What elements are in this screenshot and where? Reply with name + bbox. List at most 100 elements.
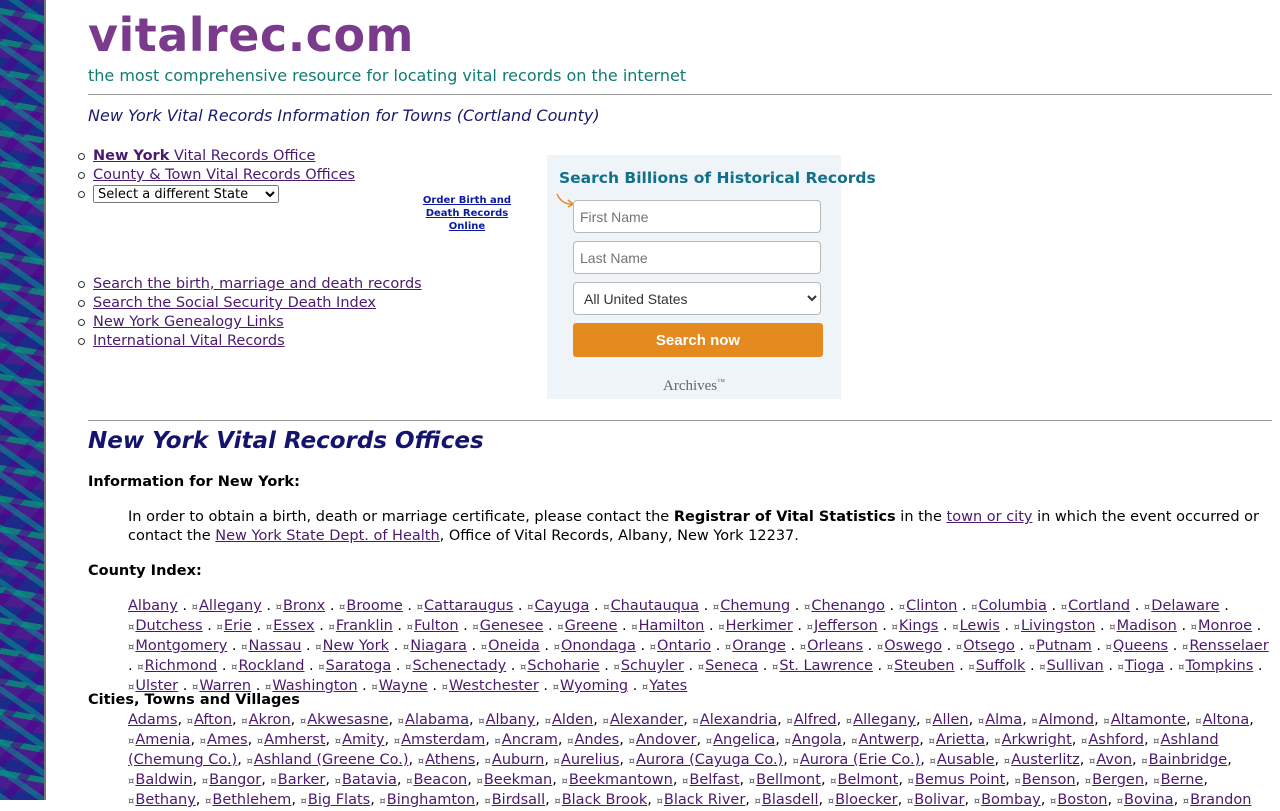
county-link[interactable]: Clinton — [906, 598, 957, 614]
ssdi-link[interactable]: Search the Social Security Death Index — [93, 295, 376, 311]
city-link[interactable]: Bainbridge — [1149, 752, 1228, 768]
city-link[interactable]: Almond — [1039, 712, 1094, 728]
county-link[interactable]: Genesee — [480, 618, 544, 634]
county-link[interactable]: Rockland — [238, 658, 304, 674]
city-link[interactable]: Batavia — [342, 772, 397, 788]
city-link[interactable]: Arietta — [936, 732, 985, 748]
city-link[interactable]: Brandon — [1190, 792, 1251, 808]
city-link[interactable]: Barker — [278, 772, 326, 788]
county-link[interactable]: Albany — [128, 598, 178, 614]
city-link[interactable]: Amity — [342, 732, 384, 748]
city-link[interactable]: Afton — [194, 712, 232, 728]
county-link[interactable]: Franklin — [336, 618, 393, 634]
county-link[interactable]: Steuben — [894, 658, 954, 674]
county-link[interactable]: Essex — [273, 618, 315, 634]
search-records-link[interactable]: Search the birth, marriage and death rec… — [93, 276, 422, 292]
county-link[interactable]: Wayne — [379, 678, 428, 694]
county-link[interactable]: Schuyler — [621, 658, 684, 674]
county-link[interactable]: Tompkins — [1186, 658, 1254, 674]
city-link[interactable]: Austerlitz — [1011, 752, 1080, 768]
county-link[interactable]: Columbia — [978, 598, 1046, 614]
city-link[interactable]: Arkwright — [1002, 732, 1072, 748]
city-link[interactable]: Blasdell — [762, 792, 819, 808]
city-link[interactable]: Angola — [792, 732, 842, 748]
county-link[interactable]: Onondaga — [561, 638, 636, 654]
county-link[interactable]: Erie — [224, 618, 252, 634]
city-link[interactable]: Bergen — [1092, 772, 1144, 788]
city-link[interactable]: Ashford — [1088, 732, 1144, 748]
county-link[interactable]: Greene — [565, 618, 618, 634]
city-link[interactable]: Bolivar — [914, 792, 964, 808]
county-link[interactable]: Monroe — [1198, 618, 1252, 634]
city-link[interactable]: Berne — [1161, 772, 1204, 788]
county-link[interactable]: Fulton — [414, 618, 459, 634]
county-link[interactable]: Queens — [1113, 638, 1168, 654]
city-link[interactable]: Ashland (Greene Co.) — [254, 752, 409, 768]
genealogy-links-link[interactable]: New York Genealogy Links — [93, 314, 284, 330]
city-link[interactable]: Black River — [664, 792, 745, 808]
county-link[interactable]: Seneca — [705, 658, 758, 674]
city-link[interactable]: Aurelius — [561, 752, 619, 768]
county-link[interactable]: Yates — [649, 678, 687, 694]
city-link[interactable]: Bellmont — [756, 772, 821, 788]
last-name-input[interactable] — [573, 241, 821, 274]
county-link[interactable]: Bronx — [283, 598, 325, 614]
county-link[interactable]: Dutchess — [135, 618, 202, 634]
city-link[interactable]: Baldwin — [135, 772, 192, 788]
city-link[interactable]: Alma — [985, 712, 1022, 728]
city-link[interactable]: Black Brook — [562, 792, 648, 808]
county-link[interactable]: Orleans — [807, 638, 863, 654]
city-link[interactable]: Angelica — [713, 732, 775, 748]
city-link[interactable]: Antwerp — [859, 732, 920, 748]
city-link[interactable]: Boston — [1057, 792, 1107, 808]
county-link[interactable]: Hamilton — [639, 618, 705, 634]
city-link[interactable]: Aurora (Cayuga Co.) — [636, 752, 783, 768]
county-link[interactable]: Livingston — [1021, 618, 1095, 634]
city-link[interactable]: Binghamton — [387, 792, 475, 808]
city-link[interactable]: Bloecker — [835, 792, 898, 808]
city-link[interactable]: Andover — [636, 732, 697, 748]
city-link[interactable]: Bangor — [209, 772, 261, 788]
county-link[interactable]: Niagara — [410, 638, 467, 654]
county-link[interactable]: Ontario — [657, 638, 711, 654]
county-link[interactable]: Herkimer — [726, 618, 793, 634]
county-link[interactable]: New York — [323, 638, 389, 654]
county-link[interactable]: Nassau — [249, 638, 302, 654]
city-link[interactable]: Allegany — [853, 712, 916, 728]
county-link[interactable]: Delaware — [1151, 598, 1219, 614]
county-link[interactable]: Richmond — [145, 658, 218, 674]
county-link[interactable]: Chautauqua — [611, 598, 699, 614]
city-link[interactable]: Bovina — [1124, 792, 1174, 808]
city-link[interactable]: Ames — [207, 732, 248, 748]
first-name-input[interactable] — [573, 200, 821, 233]
county-link[interactable]: Cayuga — [534, 598, 589, 614]
city-link[interactable]: Avon — [1096, 752, 1132, 768]
county-link[interactable]: Cortland — [1068, 598, 1130, 614]
international-records-link[interactable]: International Vital Records — [93, 333, 285, 349]
city-link[interactable]: Adams — [128, 712, 177, 728]
city-link[interactable]: Beacon — [413, 772, 467, 788]
ny-vital-records-office-link[interactable]: New York Vital Records Office — [93, 148, 315, 164]
city-link[interactable]: Birdsall — [492, 792, 545, 808]
county-town-offices-link[interactable]: County & Town Vital Records Offices — [93, 167, 355, 183]
county-link[interactable]: Kings — [899, 618, 939, 634]
county-link[interactable]: Montgomery — [135, 638, 227, 654]
county-link[interactable]: Lewis — [960, 618, 1000, 634]
city-link[interactable]: Auburn — [492, 752, 544, 768]
ny-dept-health-link[interactable]: New York State Dept. of Health — [215, 528, 439, 544]
county-link[interactable]: Tioga — [1125, 658, 1164, 674]
county-link[interactable]: Sullivan — [1047, 658, 1104, 674]
city-link[interactable]: Allen — [933, 712, 969, 728]
county-link[interactable]: Suffolk — [976, 658, 1026, 674]
city-link[interactable]: Albany — [486, 712, 536, 728]
county-link[interactable]: Oswego — [884, 638, 942, 654]
county-link[interactable]: Wyoming — [560, 678, 628, 694]
county-link[interactable]: Putnam — [1036, 638, 1092, 654]
city-link[interactable]: Alfred — [794, 712, 837, 728]
city-link[interactable]: Akwesasne — [307, 712, 388, 728]
city-link[interactable]: Beekman — [484, 772, 552, 788]
city-link[interactable]: Altamonte — [1111, 712, 1186, 728]
city-link[interactable]: Altona — [1203, 712, 1250, 728]
city-link[interactable]: Alexander — [610, 712, 683, 728]
county-link[interactable]: Rensselaer — [1189, 638, 1268, 654]
